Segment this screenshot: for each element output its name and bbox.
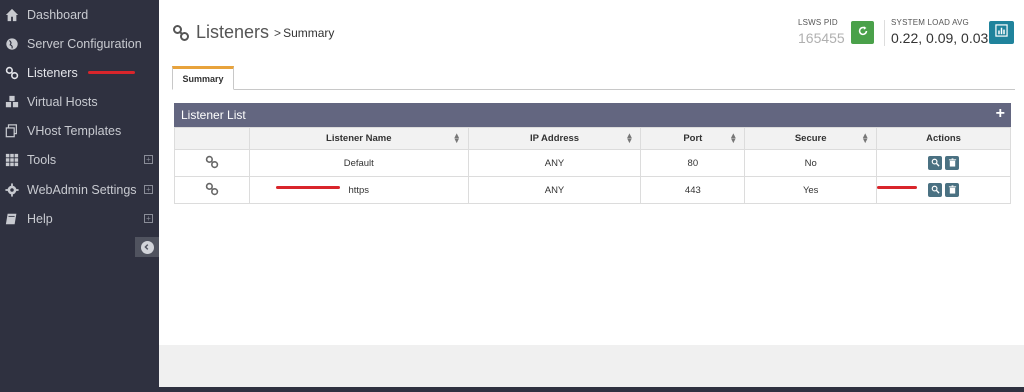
load-average-display: SYSTEM LOAD AVG 0.22, 0.09, 0.03 bbox=[891, 18, 988, 46]
gear-icon bbox=[4, 182, 20, 198]
sidebar-item-label: Server Configuration bbox=[27, 36, 142, 51]
sidebar-item-label: Virtual Hosts bbox=[27, 94, 98, 109]
table-row[interactable]: Default ANY 80 No bbox=[174, 149, 1011, 177]
sidebar-item-label: Help bbox=[27, 211, 53, 226]
sidebar-item-vhost-templates[interactable]: VHost Templates bbox=[0, 116, 159, 145]
sort-icon[interactable]: ▲ ▼ bbox=[729, 132, 737, 145]
column-secure[interactable]: Secure ▲ ▼ bbox=[744, 127, 878, 150]
sort-icon[interactable]: ▲ ▼ bbox=[625, 132, 633, 145]
tab-baseline bbox=[172, 89, 1015, 90]
column-listener-name[interactable]: Listener Name ▲ ▼ bbox=[248, 127, 469, 150]
table-header-row: Listener Name ▲ ▼ IP Address ▲ ▼ Port ▲ ▼ Secu… bbox=[174, 127, 1011, 150]
column-actions: Actions bbox=[876, 127, 1011, 150]
page-title-text: Listeners bbox=[196, 22, 270, 42]
secure-cell: No bbox=[744, 149, 878, 177]
expand-icon[interactable]: + bbox=[144, 185, 153, 194]
view-button[interactable] bbox=[928, 155, 943, 170]
pid-value: 165455 bbox=[798, 30, 845, 46]
column-port[interactable]: Port ▲ ▼ bbox=[640, 127, 746, 150]
pid-caption: LSWS PID bbox=[798, 18, 838, 27]
chart-button[interactable] bbox=[989, 21, 1014, 44]
cubes-icon bbox=[4, 94, 20, 110]
footer bbox=[159, 345, 1024, 387]
add-listener-button[interactable]: + bbox=[996, 105, 1005, 123]
pid-display: LSWS PID 165455 bbox=[798, 18, 845, 46]
table-row[interactable]: https ANY 443 Yes bbox=[174, 176, 1011, 204]
sidebar-item-label: Dashboard bbox=[27, 7, 89, 22]
sidebar-item-virtual-hosts[interactable]: Virtual Hosts bbox=[0, 87, 159, 116]
tab-summary[interactable]: Summary bbox=[172, 66, 234, 90]
book-icon bbox=[4, 211, 20, 227]
delete-button[interactable] bbox=[945, 182, 960, 197]
bottom-bar bbox=[0, 387, 1024, 392]
search-icon bbox=[931, 185, 940, 194]
secure-cell: Yes bbox=[744, 176, 878, 204]
port-cell: 443 bbox=[640, 176, 746, 204]
sidebar-item-label: WebAdmin Settings bbox=[27, 182, 137, 197]
trash-icon bbox=[948, 158, 956, 167]
grid-icon bbox=[4, 152, 20, 168]
sidebar: Dashboard Server Configuration Listeners… bbox=[0, 0, 159, 392]
listener-name-cell[interactable]: Default bbox=[248, 149, 469, 177]
load-caption: SYSTEM LOAD AVG bbox=[891, 18, 969, 27]
arrow-left-icon bbox=[140, 240, 154, 254]
divider bbox=[884, 20, 885, 46]
delete-button[interactable] bbox=[945, 155, 960, 170]
annotation-underline bbox=[877, 186, 917, 189]
sidebar-item-webadmin-settings[interactable]: WebAdmin Settings + bbox=[0, 175, 159, 204]
sort-icon[interactable]: ▲ ▼ bbox=[861, 132, 869, 145]
sidebar-item-dashboard[interactable]: Dashboard bbox=[0, 0, 159, 29]
sidebar-item-server-configuration[interactable]: Server Configuration bbox=[0, 29, 159, 58]
ip-address-cell: ANY bbox=[467, 149, 642, 177]
sidebar-item-label: VHost Templates bbox=[27, 123, 122, 138]
listener-list-header: Listener List + bbox=[174, 103, 1011, 127]
link-icon bbox=[174, 176, 250, 204]
annotation-underline bbox=[276, 186, 340, 189]
bar-chart-icon bbox=[995, 23, 1008, 42]
sidebar-item-help[interactable]: Help + bbox=[0, 204, 159, 233]
trash-icon bbox=[948, 185, 956, 194]
actions-cell bbox=[876, 149, 1011, 177]
actions-cell bbox=[876, 176, 1011, 204]
column-ip-address[interactable]: IP Address ▲ ▼ bbox=[467, 127, 642, 150]
sidebar-collapse-button[interactable] bbox=[135, 237, 159, 257]
home-icon bbox=[4, 7, 20, 23]
expand-icon[interactable]: + bbox=[144, 155, 153, 164]
refresh-icon bbox=[857, 24, 869, 42]
view-button[interactable] bbox=[928, 182, 943, 197]
restart-button[interactable] bbox=[851, 21, 874, 44]
breadcrumb-separator: > bbox=[274, 25, 282, 40]
sidebar-item-listeners[interactable]: Listeners bbox=[0, 58, 159, 87]
link-icon bbox=[172, 24, 190, 42]
panel-title: Listener List bbox=[181, 108, 246, 122]
expand-icon[interactable]: + bbox=[144, 214, 153, 223]
sidebar-item-label: Tools bbox=[27, 152, 57, 167]
copy-icon bbox=[4, 123, 20, 139]
search-icon bbox=[931, 158, 940, 167]
ip-address-cell: ANY bbox=[467, 176, 642, 204]
listener-table: Listener Name ▲ ▼ IP Address ▲ ▼ Port ▲ ▼ Secu… bbox=[174, 127, 1011, 204]
page-title: Listeners > Summary bbox=[172, 22, 334, 43]
sidebar-item-tools[interactable]: Tools + bbox=[0, 145, 159, 174]
load-value: 0.22, 0.09, 0.03 bbox=[891, 30, 989, 46]
breadcrumb-current: Summary bbox=[283, 25, 335, 40]
annotation-underline bbox=[88, 71, 135, 74]
link-icon bbox=[174, 149, 250, 177]
listener-name-cell[interactable]: https bbox=[248, 176, 469, 204]
column-icon bbox=[174, 127, 250, 150]
port-cell: 80 bbox=[640, 149, 746, 177]
globe-icon bbox=[4, 36, 20, 52]
link-icon bbox=[4, 65, 20, 81]
sort-icon[interactable]: ▲ ▼ bbox=[453, 132, 461, 145]
